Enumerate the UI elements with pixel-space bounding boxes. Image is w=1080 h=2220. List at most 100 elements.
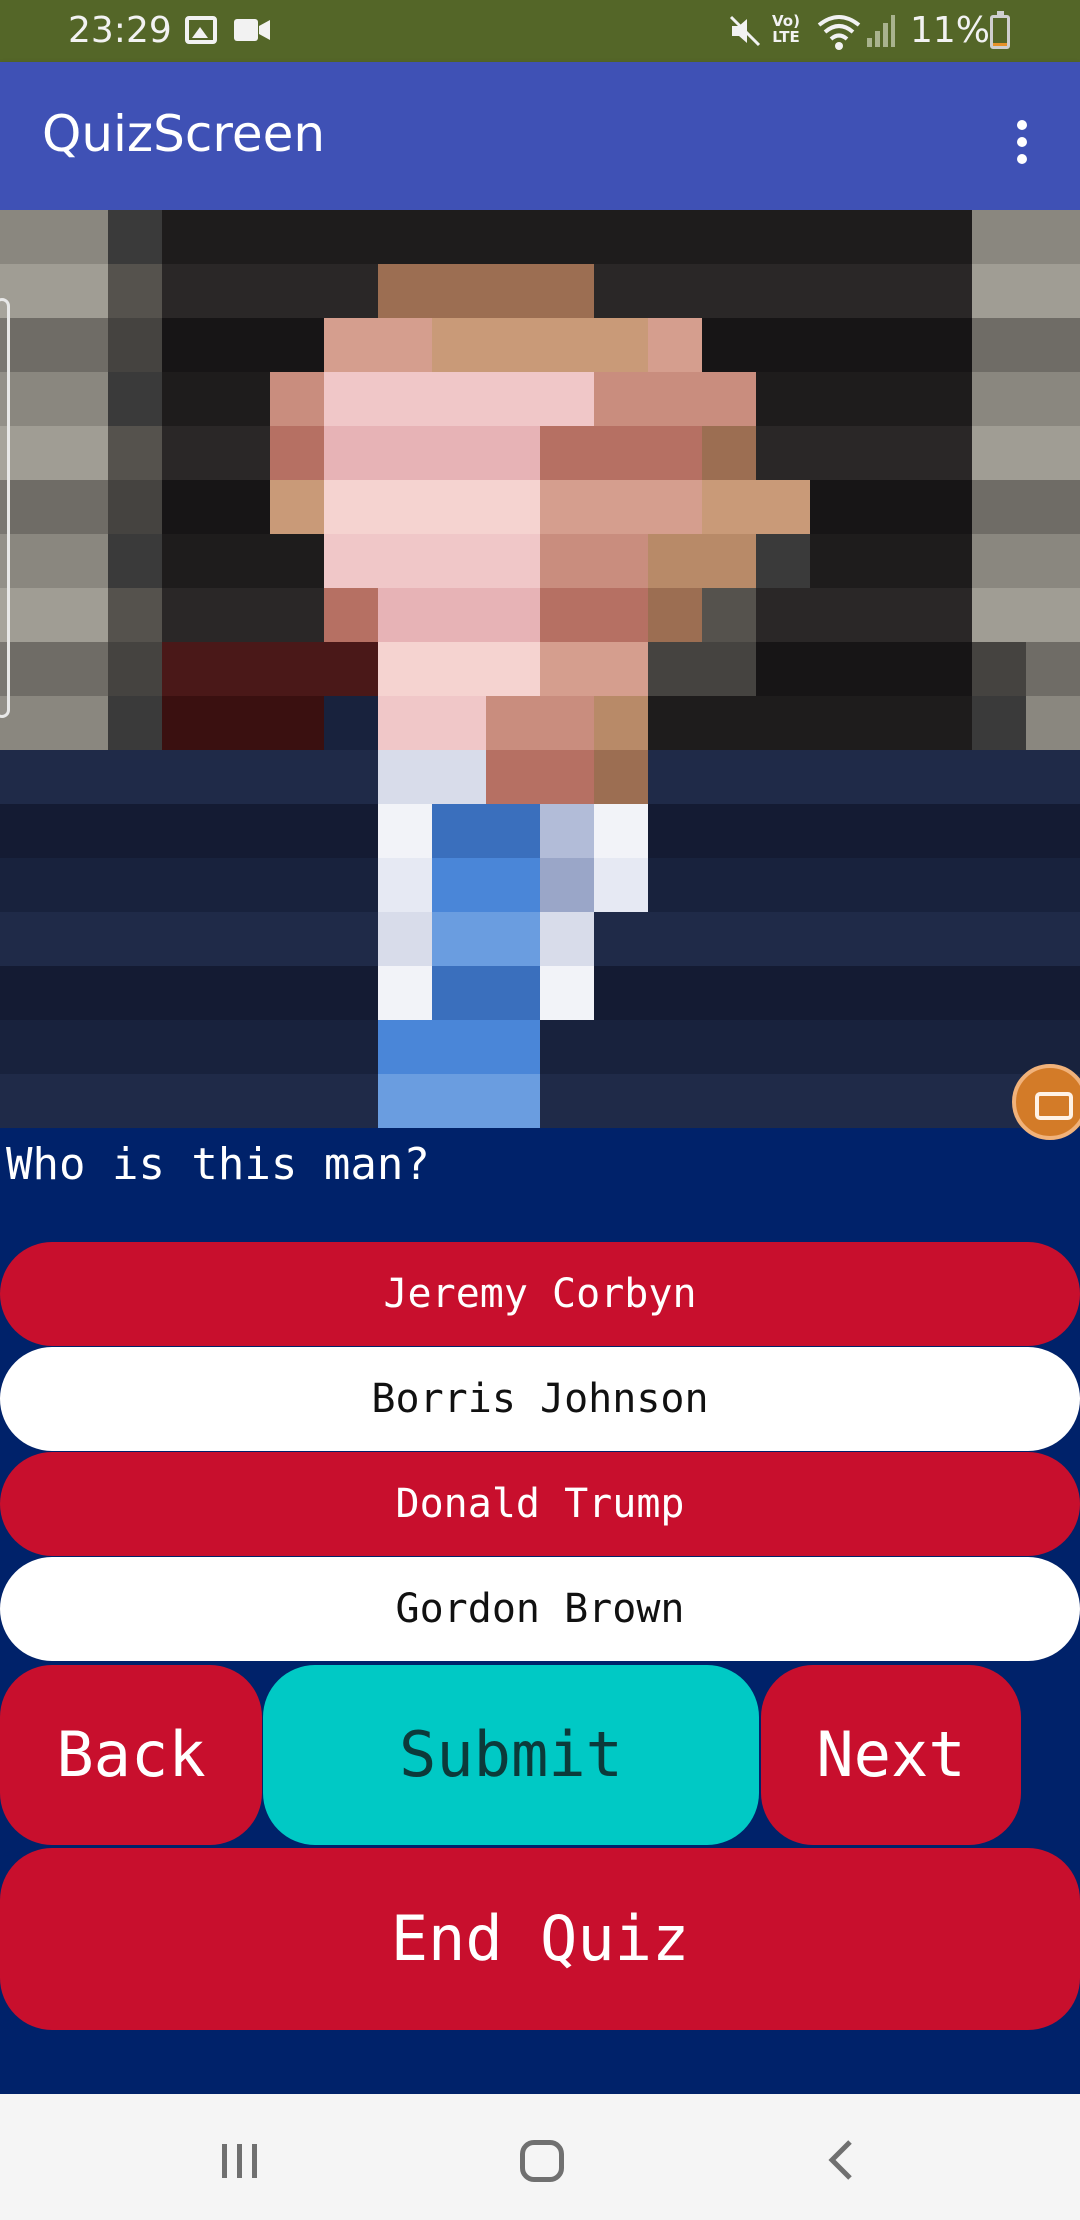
answer-option-gordon-brown[interactable]: Gordon Brown [0, 1557, 1080, 1661]
image-pixel [648, 426, 702, 480]
image-pixel [108, 534, 162, 588]
image-pixel [432, 318, 486, 372]
submit-button[interactable]: Submit [263, 1665, 759, 1845]
image-pixel [972, 642, 1026, 696]
status-bar: 23:29 Vo) LTE 11% [0, 0, 1080, 62]
image-pixel [540, 480, 594, 534]
image-pixel [54, 696, 108, 750]
image-pixel [648, 318, 702, 372]
menu-dot [1017, 154, 1027, 164]
image-pixel [756, 264, 810, 318]
image-pixel [756, 480, 810, 534]
answer-option-borris-johnson[interactable]: Borris Johnson [0, 1347, 1080, 1451]
image-pixel [162, 1020, 216, 1074]
image-pixel [108, 642, 162, 696]
image-pixel [702, 696, 756, 750]
image-pixel [108, 318, 162, 372]
image-pixel [216, 318, 270, 372]
image-pixel [972, 858, 1026, 912]
image-pixel [702, 804, 756, 858]
image-pixel [648, 912, 702, 966]
image-pixel [594, 696, 648, 750]
image-pixel [270, 750, 324, 804]
image-pixel [864, 426, 918, 480]
image-pixel [270, 858, 324, 912]
image-pixel [864, 642, 918, 696]
image-pixel [810, 966, 864, 1020]
edge-panel-handle[interactable] [0, 298, 10, 718]
image-pixel [1026, 750, 1080, 804]
image-pixel [810, 750, 864, 804]
image-pixel [594, 426, 648, 480]
image-pixel [864, 480, 918, 534]
image-pixel [270, 804, 324, 858]
image-pixel [702, 966, 756, 1020]
image-pixel [918, 534, 972, 588]
overflow-menu-icon[interactable] [1002, 114, 1042, 170]
image-pixel [702, 372, 756, 426]
image-pixel [324, 696, 378, 750]
image-pixel [864, 1074, 918, 1128]
screen-recorder-icon[interactable] [1012, 1064, 1080, 1140]
image-pixel [378, 912, 432, 966]
volte-label-top: Vo) [772, 12, 800, 30]
mute-icon [729, 15, 761, 47]
image-pixel [270, 318, 324, 372]
image-pixel [648, 966, 702, 1020]
question-image [0, 210, 1080, 1128]
answer-option-donald-trump[interactable]: Donald Trump [0, 1452, 1080, 1556]
image-pixel [378, 696, 432, 750]
image-pixel [810, 426, 864, 480]
image-pixel [0, 1020, 54, 1074]
back-button[interactable]: Back [0, 1665, 262, 1845]
image-pixel [486, 480, 540, 534]
image-pixel [540, 210, 594, 264]
recents-icon[interactable] [218, 2140, 262, 2182]
image-pixel [54, 210, 108, 264]
image-pixel [270, 1074, 324, 1128]
next-button[interactable]: Next [761, 1665, 1021, 1845]
image-pixel [864, 264, 918, 318]
image-pixel [432, 750, 486, 804]
end-quiz-button[interactable]: End Quiz [0, 1848, 1080, 2030]
image-pixel [864, 858, 918, 912]
image-pixel [756, 750, 810, 804]
image-pixel [432, 210, 486, 264]
image-pixel [594, 858, 648, 912]
image-pixel [594, 912, 648, 966]
image-pixel [486, 1074, 540, 1128]
image-pixel [162, 1074, 216, 1128]
image-pixel [648, 534, 702, 588]
image-pixel [54, 372, 108, 426]
image-pixel [972, 588, 1026, 642]
image-pixel [162, 750, 216, 804]
image-pixel [162, 642, 216, 696]
image-pixel [756, 318, 810, 372]
image-pixel [918, 426, 972, 480]
image-pixel [432, 696, 486, 750]
image-pixel [324, 1074, 378, 1128]
gallery-icon [185, 16, 217, 44]
image-pixel [216, 426, 270, 480]
image-pixel [864, 210, 918, 264]
image-pixel [810, 804, 864, 858]
image-pixel [648, 1074, 702, 1128]
image-pixel [648, 696, 702, 750]
menu-dot [1017, 120, 1027, 130]
image-pixel [540, 696, 594, 750]
image-pixel [648, 480, 702, 534]
image-pixel [540, 318, 594, 372]
image-pixel [54, 480, 108, 534]
image-pixel [162, 264, 216, 318]
image-pixel [756, 534, 810, 588]
image-pixel [648, 858, 702, 912]
answer-option-jeremy-corbyn[interactable]: Jeremy Corbyn [0, 1242, 1080, 1346]
image-pixel [378, 480, 432, 534]
back-icon[interactable] [822, 2138, 862, 2182]
image-pixel [162, 912, 216, 966]
image-pixel [54, 534, 108, 588]
image-pixel [702, 426, 756, 480]
image-pixel [216, 858, 270, 912]
home-icon[interactable] [520, 2140, 564, 2182]
image-pixel [702, 1020, 756, 1074]
